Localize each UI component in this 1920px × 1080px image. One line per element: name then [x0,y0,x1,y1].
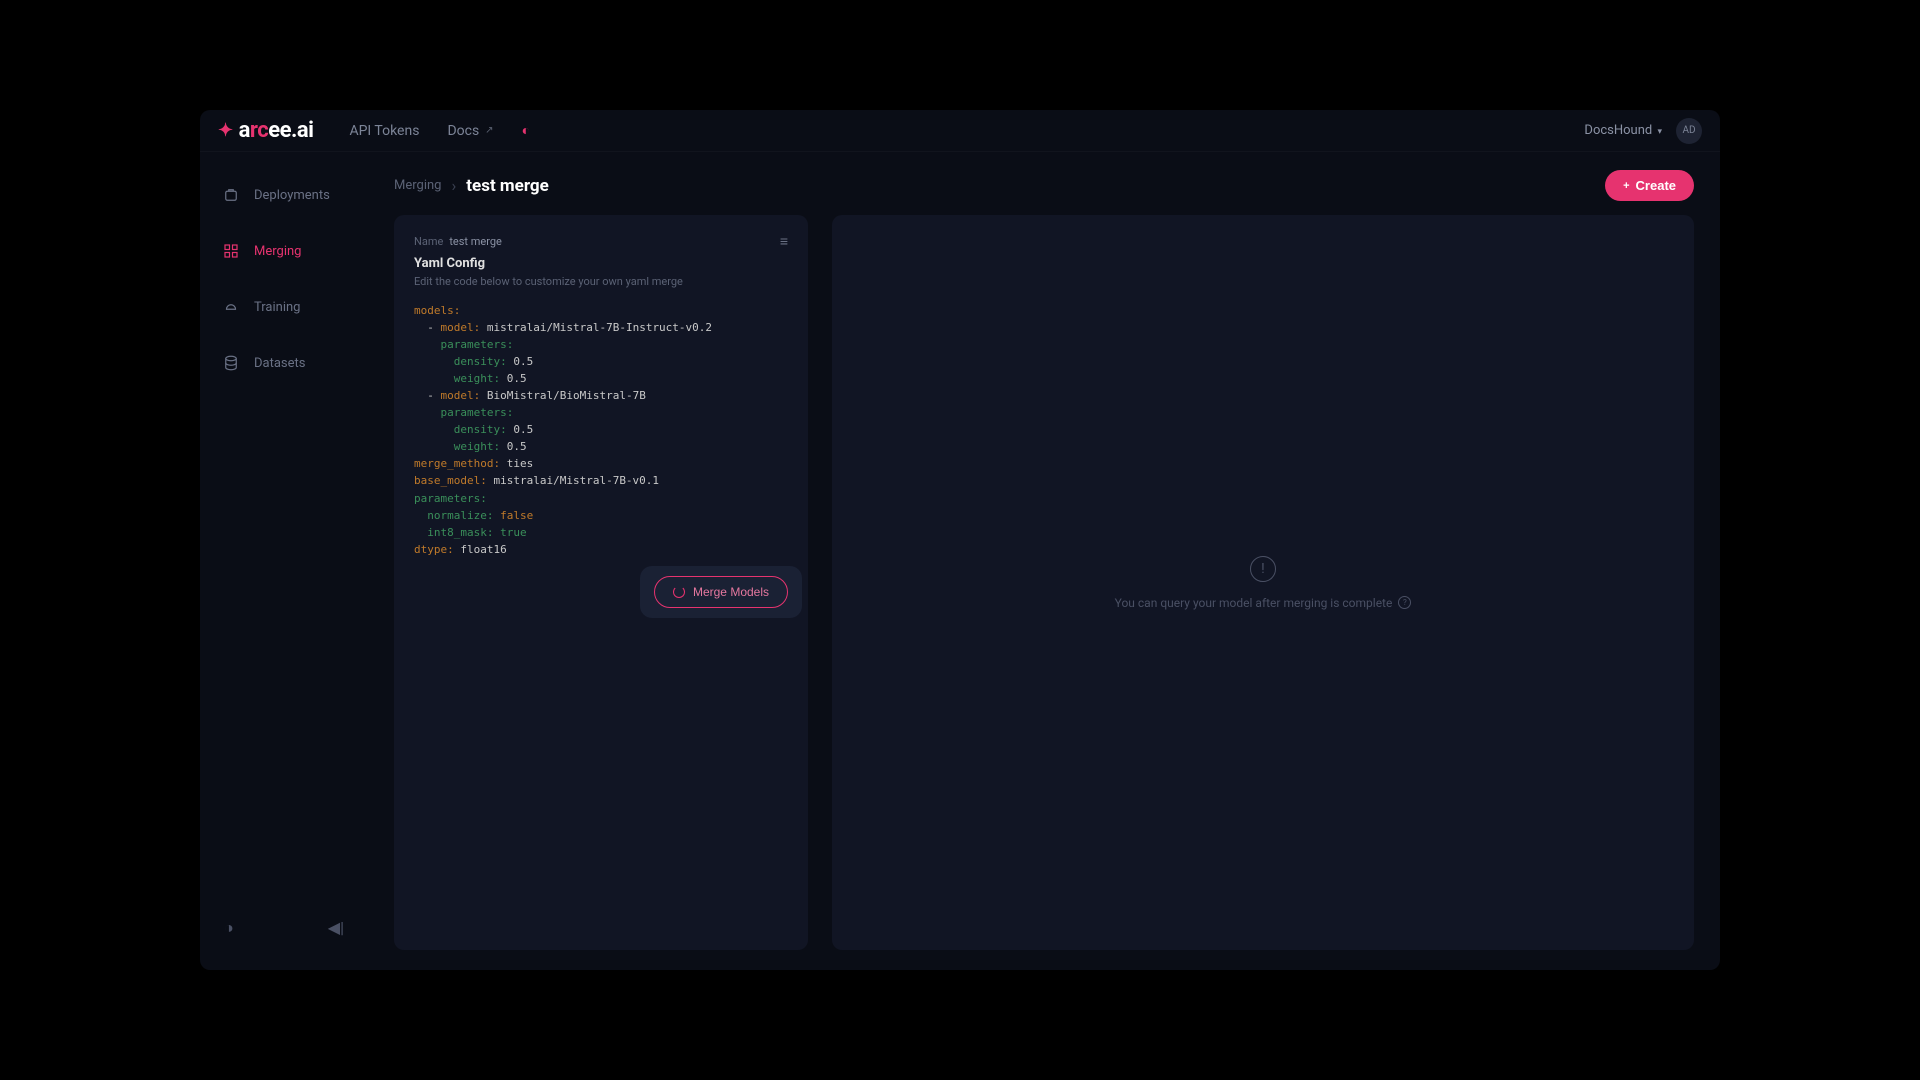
workspace-switcher[interactable]: DocsHound ▾ [1584,123,1662,138]
external-link-icon: ↗ [485,125,493,136]
info-circle-icon: ! [1250,556,1276,582]
breadcrumb-separator-icon: › [451,176,456,195]
yaml-value: true [500,526,527,539]
nav-links: API Tokens Docs ↗ ◐ [349,122,530,139]
config-name-value: test merge [449,235,502,248]
yaml-value: 0.5 [507,440,527,453]
workspace-name: DocsHound [1584,123,1652,138]
merge-button-wrap: Merge Models [654,576,788,608]
yaml-key: density: [454,423,507,436]
yaml-key: parameters: [441,338,514,351]
page-title: test merge [466,176,549,196]
yaml-key: model: [441,389,481,402]
nav-docs[interactable]: Docs ↗ [447,122,493,139]
sidebar-item-label: Training [254,300,300,315]
sidebar-item-deployments[interactable]: Deployments [210,176,358,214]
config-name-label: Name [414,235,443,248]
yaml-key: dtype: [414,543,454,556]
empty-state-text: You can query your model after merging i… [1115,596,1412,610]
empty-state-message: You can query your model after merging i… [1115,596,1393,610]
config-title: Yaml Config [414,256,788,271]
datasets-icon [222,354,240,372]
brand-text-c: ee.ai [268,118,313,143]
yaml-value: 0.5 [507,372,527,385]
create-button[interactable]: + Create [1605,170,1694,201]
yaml-key: models: [414,304,460,317]
sidebar: Deployments Merging Training Datasets ◑ … [200,152,368,970]
sidebar-item-merging[interactable]: Merging [210,232,358,270]
body: Deployments Merging Training Datasets ◑ … [200,152,1720,970]
avatar[interactable]: AD [1676,118,1702,144]
yaml-key: weight: [454,372,500,385]
top-nav: ✦ arcee.ai API Tokens Docs ↗ ◐ DocsHound… [200,110,1720,152]
nav-api-tokens[interactable]: API Tokens [349,122,419,139]
sidebar-footer: ◑ ◀| [210,910,358,946]
brand-logo[interactable]: ✦ arcee.ai [218,118,313,143]
deployments-icon [222,186,240,204]
yaml-key: model: [441,321,481,334]
collapse-sidebar-icon[interactable]: ◀| [328,918,344,938]
chevron-down-icon: ▾ [1657,127,1662,137]
plus-icon: + [1623,180,1629,192]
sidebar-item-datasets[interactable]: Datasets [210,344,358,382]
sidebar-item-label: Deployments [254,188,330,203]
help-icon[interactable]: ? [1398,596,1411,609]
brand-text-b: rc [250,118,268,143]
training-icon [222,298,240,316]
config-name-row: Name test merge ≡ [414,233,788,250]
breadcrumb[interactable]: Merging [394,178,441,193]
nav-api-tokens-label: API Tokens [349,123,419,139]
panel-menu-icon[interactable]: ≡ [780,233,788,250]
yaml-key: int8_mask: [427,526,493,539]
yaml-value: mistralai/Mistral-7B-v0.1 [493,474,659,487]
app-window: ✦ arcee.ai API Tokens Docs ↗ ◐ DocsHound… [200,110,1720,970]
yaml-value: BioMistral/BioMistral-7B [487,389,646,402]
yaml-editor[interactable]: models: - model: mistralai/Mistral-7B-In… [414,302,788,558]
panels: Name test merge ≡ Yaml Config Edit the c… [368,215,1720,950]
yaml-key: merge_method: [414,457,500,470]
sidebar-item-label: Datasets [254,356,306,371]
sidebar-item-label: Merging [254,244,301,259]
yaml-value: 0.5 [513,423,533,436]
config-subtitle: Edit the code below to customize your ow… [414,275,788,288]
merging-icon [222,242,240,260]
query-panel: ! You can query your model after merging… [832,215,1694,950]
empty-state: ! You can query your model after merging… [1115,556,1412,610]
yaml-key: weight: [454,440,500,453]
yaml-key: parameters: [414,492,487,505]
main: Merging › test merge + Create Name test … [368,152,1720,970]
merge-models-button[interactable]: Merge Models [654,576,788,608]
config-panel: Name test merge ≡ Yaml Config Edit the c… [394,215,808,950]
merge-button-label: Merge Models [693,585,769,599]
yaml-value: 0.5 [513,355,533,368]
nav-help[interactable]: ◐ [522,122,530,139]
yaml-value: false [500,509,533,522]
nav-right: DocsHound ▾ AD [1584,118,1702,144]
nav-docs-label: Docs [447,123,479,139]
spinner-icon [673,586,685,598]
help-circle-icon: ◐ [522,122,530,139]
theme-toggle-icon[interactable]: ◑ [224,918,234,938]
page-header: Merging › test merge + Create [368,152,1720,215]
yaml-value: ties [507,457,534,470]
create-button-label: Create [1636,178,1676,193]
yaml-value: float16 [460,543,506,556]
brand-text-a: a [239,118,250,143]
brand-mark-icon: ✦ [218,120,233,141]
sidebar-item-training[interactable]: Training [210,288,358,326]
yaml-key: normalize: [427,509,493,522]
yaml-key: density: [454,355,507,368]
yaml-key: parameters: [441,406,514,419]
yaml-value: mistralai/Mistral-7B-Instruct-v0.2 [487,321,712,334]
yaml-key: base_model: [414,474,487,487]
